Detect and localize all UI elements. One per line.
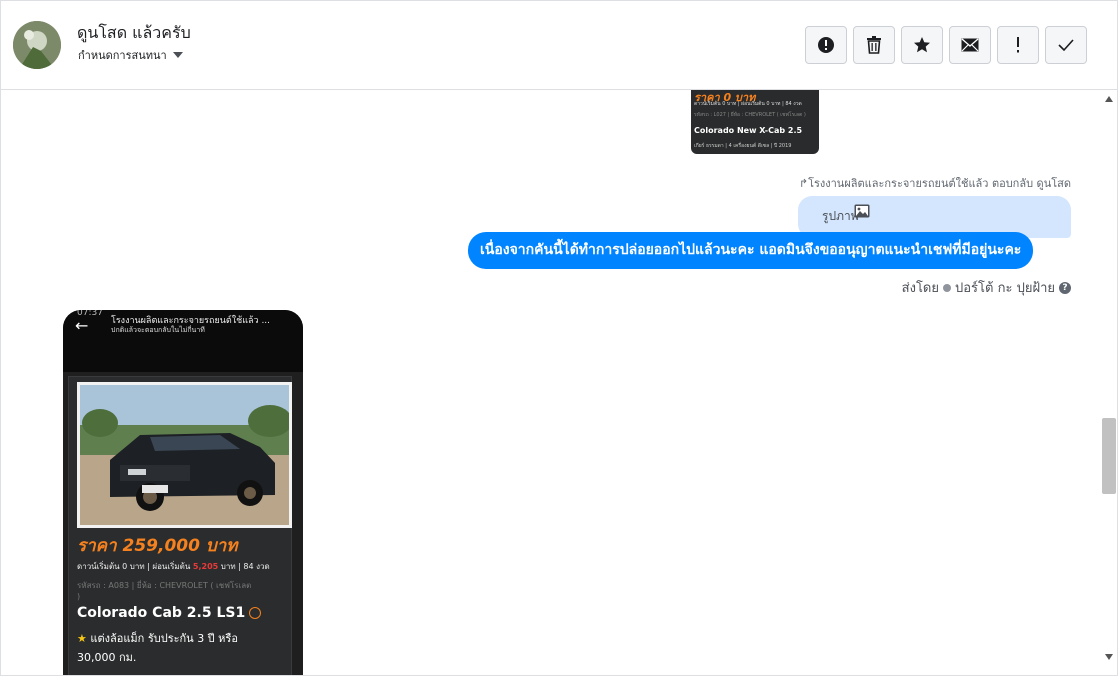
thread-scrollbar[interactable] [1101, 90, 1117, 675]
avatar[interactable] [13, 21, 61, 69]
phone-page-subtitle: ปกติแล้วจะตอบกลับในไม่กี่นาที [111, 326, 205, 334]
scroll-up-icon[interactable] [1105, 96, 1113, 102]
mark-done-button[interactable] [1045, 26, 1087, 64]
down-payment-text: ดาวน์เริ่มต้น 0 บาท | ผ่อนเริ่มต้น [77, 562, 191, 571]
shared-screenshot[interactable]: 07:37 ← โรงงานผลิตและกระจายรถยนต์ใช้แล้ว… [63, 310, 303, 675]
reply-arrow-icon: ↱ [798, 177, 809, 190]
listing-feature: ★ แต่งล้อแม็ก รับประกัน 3 ปี หรือ 30,000… [77, 629, 277, 667]
conversation-schedule-dropdown[interactable]: กำหนดการสนทนา [78, 46, 183, 64]
shared-image-top[interactable]: ราคา 0 บาท ดาวน์เริ่มต้น 0 บาท | ผ่อนเริ… [691, 90, 819, 154]
conversation-header: ดูนโสด แล้วครับ กำหนดการสนทนา [1, 1, 1117, 90]
installment-amount: 5,205 [192, 562, 219, 571]
image-icon [854, 204, 870, 218]
listing-model-text: Colorado Cab 2.5 LS1 [77, 605, 246, 621]
help-icon[interactable]: ? [1059, 281, 1071, 294]
header-actions [805, 26, 1087, 64]
star-icon [914, 37, 930, 53]
star-button[interactable] [901, 26, 943, 64]
car-listing-card: ราคา 259,000 บาท ดาวน์เริ่มต้น 0 บาท | ผ… [68, 376, 292, 675]
card-model: Colorado New X-Cab 2.5 [694, 126, 803, 135]
sender-name[interactable]: ปอร์โต้ กะ ปุยฝ้าย [955, 277, 1055, 298]
listing-price: ราคา 259,000 บาท [77, 536, 238, 556]
envelope-icon [961, 38, 979, 52]
alert-circle-icon [818, 37, 834, 53]
check-icon [1058, 39, 1074, 51]
verified-check-icon [249, 607, 262, 619]
down-payment-suffix: บาท | 84 งวด [220, 562, 270, 571]
back-arrow-icon: ← [75, 316, 89, 335]
exclamation-icon [1017, 37, 1019, 53]
scroll-thumb[interactable] [1102, 418, 1116, 494]
car-photo [77, 382, 292, 528]
caret-down-icon [172, 52, 183, 58]
conversation-window: ดูนโสด แล้วครับ กำหนดการสนทนา ราคา 0 บาท… [0, 0, 1118, 676]
scroll-down-icon[interactable] [1105, 654, 1113, 660]
listing-down-payment: ดาวน์เริ่มต้น 0 บาท | ผ่อนเริ่มต้น 5,205… [77, 560, 270, 573]
phone-header: 07:37 ← โรงงานผลิตและกระจายรถยนต์ใช้แล้ว… [63, 310, 303, 372]
sent-by: ส่งโดย ปอร์โต้ กะ ปุยฝ้าย ? [902, 277, 1071, 298]
contact-name[interactable]: ดูนโสด แล้วครับ [77, 21, 191, 46]
listing-model: Colorado Cab 2.5 LS1 [77, 605, 262, 621]
listing-feature-text: แต่งล้อแม็ก รับประกัน 3 ปี หรือ 30,000 ก… [77, 632, 238, 664]
message-bubble[interactable]: เนื่องจากคันนี้ได้ทำการปล่อยออกไปแล้วนะค… [468, 232, 1034, 269]
delete-button[interactable] [853, 26, 895, 64]
reply-note-text: โรงงานผลิตและกระจายรถยนต์ใช้แล้ว ตอบกลับ… [808, 177, 1071, 190]
trash-icon [867, 36, 881, 54]
mark-unread-button[interactable] [949, 26, 991, 64]
mark-spam-button[interactable] [805, 26, 847, 64]
sent-by-label: ส่งโดย [901, 281, 939, 296]
schedule-label: กำหนดการสนทนา [78, 49, 167, 62]
star-bullet-icon: ★ [77, 632, 87, 645]
card-meta: รหัสรถ : L027 | ยี่ห้อ : CHEVROLET ( เชฟ… [694, 112, 806, 118]
listing-meta: รหัสรถ : A083 | ยี่ห้อ : CHEVROLET ( เชฟ… [77, 581, 252, 590]
card-down-payment: ดาวน์เริ่มต้น 0 บาท | ผ่อนเริ่มต้น 0 บาท… [694, 101, 802, 107]
follow-up-button[interactable] [997, 26, 1039, 64]
card-specs: เกียร์ ธรรมดา | 4 เครื่องยนต์ ดีเซล | ปี… [694, 143, 792, 149]
listing-meta-close: ) [77, 592, 81, 601]
reply-note: ↱โรงงานผลิตและกระจายรถยนต์ใช้แล้ว ตอบกลั… [799, 174, 1071, 192]
sender-dot-icon [943, 283, 951, 292]
